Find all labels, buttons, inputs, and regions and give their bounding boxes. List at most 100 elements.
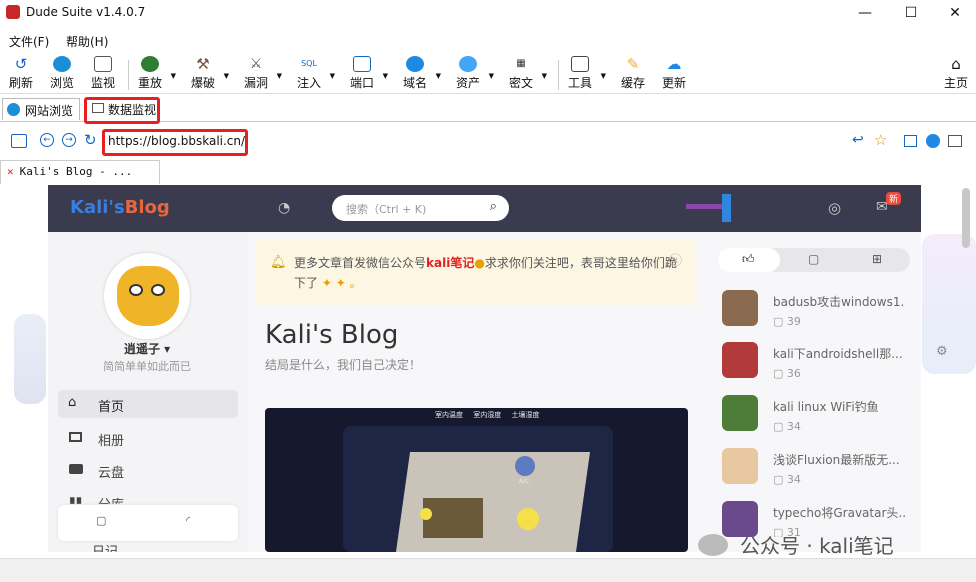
cat-eye [151,284,165,296]
menu-bar: 文件(F) 帮助(H) [0,30,976,50]
grid-icon: ▮▮ [69,494,83,504]
star-icon[interactable]: ☆ [874,131,887,149]
list-item[interactable]: badusb攻击windows1... ▢ 39 [722,290,912,338]
refresh-button[interactable]: ↺ 刷新 [1,56,41,94]
post-thumbnail [722,290,758,326]
domain-button[interactable]: 域名 ▼ [395,56,441,94]
refresh-icon: ↺ [14,55,28,73]
chevron-down-icon[interactable]: ▼ [171,72,176,80]
go-icon[interactable]: ↩ [852,132,864,148]
light-marker [420,508,432,520]
rss-icon[interactable]: ◜ [186,514,190,527]
list-item[interactable]: kali linux WiFi钓鱼 ▢ 34 [722,395,912,443]
chevron-down-icon[interactable]: ▼ [383,72,388,80]
light-marker [517,508,539,530]
blog-logo[interactable]: Kali'sBlog [70,197,170,218]
chevron-down-icon[interactable]: ▼ [330,72,335,80]
ac-marker [515,456,535,476]
avatar[interactable] [104,253,190,339]
bell-icon: 🔔︎ [270,255,287,270]
chevron-down-icon[interactable]: ▼ [601,72,606,80]
cipher-icon: ▦ [516,58,526,69]
asset-button[interactable]: 资产 ▼ [448,56,494,94]
sidebar-item-diary[interactable]: 日记 [92,541,118,552]
monitor-icon [94,56,112,72]
window-title: Dude Suite v1.4.0.7 [26,5,146,19]
list-item[interactable]: 浅谈Fluxion最新版无... ▢ 34 [722,448,912,496]
new-badge: 新 [886,192,902,205]
toolbar-separator [128,60,129,90]
search-input[interactable]: 搜索（Ctrl + K) ⌕ [332,195,509,221]
chevron-down-icon[interactable]: ▼ [277,72,282,80]
sidebar-item-home[interactable]: ⌂ 首页 [58,390,238,418]
minimize-button[interactable]: — [842,0,888,26]
image-icon [69,432,82,442]
chevron-down-icon[interactable]: ▼ [542,72,547,80]
asset-icon [459,56,477,72]
port-button[interactable]: 端口 ▼ [342,56,388,94]
comment-icon[interactable]: ▢ [96,514,106,527]
close-icon[interactable]: ⓧ [669,252,682,272]
close-button[interactable]: ✕ [932,0,976,26]
chevron-down-icon[interactable]: ▼ [436,72,441,80]
featured-image[interactable]: 室内温度 室内湿度 土壤湿度 A/C [265,408,688,552]
network-icon[interactable] [11,134,27,148]
username[interactable]: 逍遥子 ▾ [124,340,170,357]
theme-icon[interactable]: ◔ [278,200,290,216]
cloud-icon: ☁ [666,55,682,73]
monitor-button[interactable]: 监视 [83,56,123,94]
page-subtitle: 结局是什么，我们自己决定！ [265,358,422,372]
source-icon[interactable] [904,135,917,147]
bruteforce-button[interactable]: ⚒ 爆破 ▼ [183,56,229,94]
brush-decoration [722,194,731,222]
tab-site-browse[interactable]: 网站浏览 [2,98,81,120]
sidebar-item-library[interactable]: ▮▮分库 [58,488,238,504]
notice-banner: 🔔︎ 更多文章首发微信公众号kali笔记●求求你们关注吧，表哥这里给你们跪下了 … [256,240,696,306]
thumbs-up-icon: 👍︎ [742,252,755,266]
post-thumbnail [722,342,758,378]
toolbar-separator [558,60,559,90]
forward-icon[interactable]: → [62,133,76,147]
browse-button[interactable]: 浏览 [42,56,82,94]
settings-icon[interactable]: ◎ [828,199,841,217]
globe-icon[interactable] [926,134,940,148]
widget-tabs: 👍︎ ▢ ⊞ [718,248,910,272]
edge-icon [53,56,71,72]
search-icon[interactable]: ⌕ [490,199,497,214]
update-button[interactable]: ☁ 更新 [654,56,694,94]
tab-comments-icon[interactable]: ▢ [808,252,819,266]
scrollbar-thumb[interactable] [962,188,970,248]
globe-icon [406,56,424,72]
list-item[interactable]: kali下androidshell那... ▢ 36 [722,342,912,390]
decorative-character-left [14,314,46,404]
browser-tab[interactable]: ✕ Kali's Blog - ... [0,160,160,184]
user-motto: 简简单单如此而已 [103,360,191,373]
title-bar: Dude Suite v1.4.0.7 — ☐ ✕ [0,0,976,26]
chevron-down-icon[interactable]: ▼ [224,72,229,80]
replay-button[interactable]: 重放 ▼ [130,56,176,94]
menu-help[interactable]: 帮助(H) [66,33,108,50]
tools-button[interactable]: 工具 ▼ [560,56,606,94]
maximize-button[interactable]: ☐ [888,0,934,26]
cat-face [117,266,179,326]
sidebar-item-cloud[interactable]: 云盘 [58,456,238,484]
menu-file[interactable]: 文件(F) [9,33,49,50]
reload-icon[interactable]: ↻ [84,131,97,149]
cat-eye [129,284,143,296]
home-button[interactable]: ⌂ 主页 [936,56,976,94]
back-icon[interactable]: ← [40,133,54,147]
sql-icon: SQL [301,59,317,68]
sidebar-item-album[interactable]: 相册 [58,424,238,452]
cache-button[interactable]: ✎ 缓存 [613,56,653,94]
gift-icon[interactable]: ⊞ [872,252,882,266]
gear-icon[interactable]: ⚙ [936,344,948,359]
cipher-button[interactable]: ▦ 密文 ▼ [501,56,547,94]
broom-icon: ✎ [626,55,640,73]
chevron-down-icon[interactable]: ▼ [489,72,494,80]
banner-labels: 室内温度 室内湿度 土壤湿度 [435,411,540,419]
comment-icon: ▢ [773,315,787,328]
vuln-button[interactable]: ⚔ 漏洞 ▼ [236,56,282,94]
inject-button[interactable]: SQL 注入 ▼ [289,56,335,94]
close-icon[interactable]: ✕ [7,165,14,178]
tools-icon[interactable] [948,135,962,147]
